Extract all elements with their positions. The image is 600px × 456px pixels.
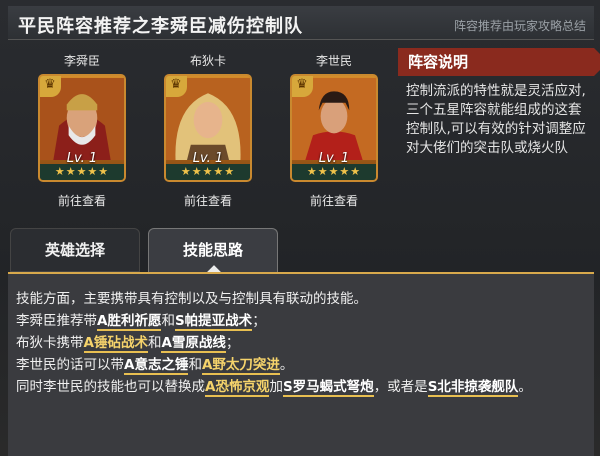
text: ，或者是: [373, 379, 428, 395]
text: 。: [279, 357, 294, 373]
lineup-description: 阵容说明 控制流派的特性就是灵活应对,三个五星阵容就能组成的这套控制队,可以有效…: [398, 48, 600, 224]
view-hero-link[interactable]: 前往查看: [274, 192, 394, 209]
page-title: 平民阵容推荐之李舜臣减伤控制队: [18, 16, 303, 37]
skill-tag: A雪原战线: [161, 335, 226, 353]
text: 。: [518, 379, 532, 395]
text: ；: [252, 313, 266, 329]
skill-tag: S北非掠袭舰队: [427, 379, 519, 397]
hero-card-1[interactable]: 李舜臣 ♛ Lv. 1 ★★★★★ 前往查看: [22, 52, 142, 222]
text: 布狄卡携带: [16, 335, 84, 351]
hero-portrait-card[interactable]: ♛ Lv. 1 ★★★★★: [290, 74, 378, 182]
game-panel: 平民阵容推荐之李舜臣减伤控制队 阵容推荐由玩家攻略总结 李舜臣 ♛ Lv. 1 …: [0, 0, 600, 456]
text: 李舜臣推荐带: [16, 313, 97, 329]
crown-icon: ♛: [40, 76, 61, 97]
skill-tag: A锤砧战术: [83, 335, 148, 353]
star-rating: ★★★★★: [292, 164, 376, 180]
hero-portrait-card[interactable]: ♛ Lv. 1 ★★★★★: [164, 74, 252, 182]
skill-line-5: 同时李世民的技能也可以替换成A恐怖京观加S罗马蝎式弩炮，或者是S北非掠袭舰队。: [8, 376, 594, 398]
hero-portrait-card[interactable]: ♛ Lv. 1 ★★★★★: [38, 74, 126, 182]
tab-skill-strategy[interactable]: 技能思路: [148, 228, 278, 285]
description-heading: 阵容说明: [398, 48, 600, 76]
text: ；: [225, 335, 240, 351]
skill-tag: S帕提亚战术: [174, 313, 253, 331]
tab-label: 技能思路: [182, 241, 243, 259]
skill-line-1: 技能方面，主要携带具有控制以及与控制具有联动的技能。: [16, 291, 367, 307]
page-subtitle: 阵容推荐由玩家攻略总结: [453, 19, 586, 33]
hero-card-3[interactable]: 李世民 ♛ Lv. 1 ★★★★★ 前往查看: [274, 52, 394, 222]
description-text: 控制流派的特性就是灵活应对,三个五星阵容就能组成的这套控制队,可以有效的针对调整…: [406, 83, 586, 156]
text: 加: [269, 379, 283, 395]
skill-line-3: 布狄卡携带A锤砧战术和A雪原战线；: [8, 332, 594, 354]
text: 同时李世民的技能也可以替换成: [16, 379, 205, 395]
skill-tag: A野太刀突进: [201, 357, 280, 375]
tab-bar: 英雄选择 技能思路: [8, 228, 594, 285]
view-hero-link[interactable]: 前往查看: [22, 192, 142, 209]
text: 和: [147, 335, 162, 351]
hero-name: 李舜臣: [63, 54, 100, 68]
text: 和: [161, 313, 175, 329]
hero-name: 李世民: [315, 54, 352, 68]
title-bar: 平民阵容推荐之李舜臣减伤控制队 阵容推荐由玩家攻略总结: [8, 6, 594, 40]
hero-list: 李舜臣 ♛ Lv. 1 ★★★★★ 前往查看 布狄卡 ♛ Lv. 1 ★★★★★…: [22, 52, 382, 222]
crown-icon: ♛: [166, 76, 187, 97]
crown-icon: ♛: [292, 76, 313, 97]
text: 李世民的话可以带: [16, 357, 124, 373]
star-rating: ★★★★★: [166, 164, 250, 180]
skill-tag: A意志之锤: [124, 357, 189, 375]
text: 和: [188, 357, 202, 373]
tab-hero-selection[interactable]: 英雄选择: [10, 228, 140, 272]
view-hero-link[interactable]: 前往查看: [148, 192, 268, 209]
hero-card-2[interactable]: 布狄卡 ♛ Lv. 1 ★★★★★ 前往查看: [148, 52, 268, 222]
hero-name: 布狄卡: [189, 54, 226, 68]
skill-tag: S罗马蝎式弩炮: [282, 379, 374, 397]
skill-line-2: 李舜臣推荐带A胜利祈愿和S帕提亚战术；: [8, 310, 594, 332]
skill-tag: A恐怖京观: [205, 379, 270, 397]
star-rating: ★★★★★: [40, 164, 124, 180]
skill-tag: A胜利祈愿: [97, 313, 162, 331]
skill-content: 技能方面，主要携带具有控制以及与控制具有联动的技能。 李舜臣推荐带A胜利祈愿和S…: [8, 272, 594, 456]
skill-line-4: 李世民的话可以带A意志之锤和A野太刀突进。: [8, 354, 594, 376]
